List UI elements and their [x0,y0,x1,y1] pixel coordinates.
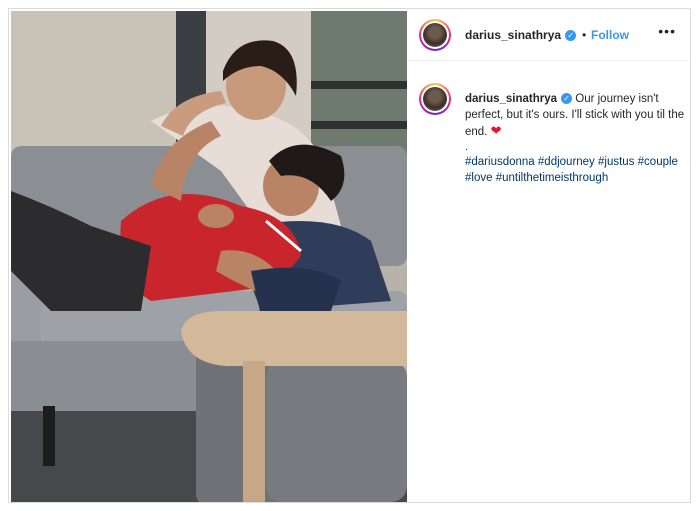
post-header: darius_sinathrya ✓ • Follow ••• [409,9,690,61]
more-options-icon[interactable]: ••• [658,23,676,39]
header-separator: • [582,28,587,42]
hashtag-link[interactable]: #love [465,172,493,184]
follow-button[interactable]: Follow [591,28,629,42]
caption-avatar[interactable] [419,83,451,115]
verified-badge-icon: ✓ [561,93,573,105]
red-heart-icon: ❤ [490,123,502,138]
hashtag-link[interactable]: #dariusdonna [465,156,535,168]
caption-text: darius_sinathrya ✓ Our journey isn't perf… [465,91,691,186]
caption-username[interactable]: darius_sinathrya [465,93,557,105]
hashtag-link[interactable]: #justus [598,156,634,168]
post-photo[interactable] [11,11,407,502]
post-sidebar: darius_sinathrya ✓ • Follow ••• darius_si… [409,9,690,502]
hashtag-link[interactable]: #untilthetimeisthrough [496,172,609,184]
hashtag-link[interactable]: #ddjourney [538,156,595,168]
hashtag-list: #dariusdonna #ddjourney #justus #couple … [465,154,691,186]
profile-avatar[interactable] [419,19,451,51]
couple-photo-image [11,11,407,502]
verified-badge-icon: ✓ [565,30,577,42]
header-username[interactable]: darius_sinathrya ✓ [465,28,577,42]
hashtag-link[interactable]: #couple [638,156,678,168]
instagram-post: darius_sinathrya ✓ • Follow ••• darius_si… [8,8,691,503]
caption-dot: . [465,141,469,153]
